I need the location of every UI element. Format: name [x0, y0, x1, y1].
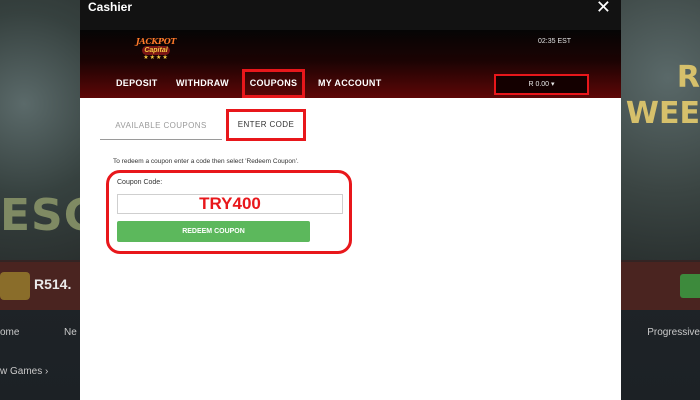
clock: 02:35 EST: [538, 38, 572, 45]
background-nav-progressive: Progressive: [647, 327, 700, 338]
redeem-coupon-button[interactable]: REDEEM COUPON: [117, 221, 310, 242]
subtab-enter-code[interactable]: ENTER CODE: [226, 109, 306, 141]
background-nav-home: ome: [0, 327, 20, 338]
background-nav-new: Ne: [64, 327, 77, 338]
logo-text-top: JACKPOT: [135, 36, 177, 46]
subtab-available-coupons[interactable]: AVAILABLE COUPONS: [100, 112, 222, 140]
cashier-modal: Cashier ✕ JACKPOT Capital ★★★★ 02:35 EST…: [80, 0, 621, 400]
tab-my-account[interactable]: MY ACCOUNT: [318, 78, 382, 88]
cashier-header: JACKPOT Capital ★★★★ 02:35 EST DEPOSIT W…: [80, 30, 621, 98]
coupon-code-label: Coupon Code:: [117, 179, 163, 186]
redeem-instructions: To redeem a coupon enter a code then sel…: [113, 158, 299, 165]
background-banner-text-right: R WEE: [625, 60, 700, 131]
tab-withdraw[interactable]: WITHDRAW: [176, 78, 229, 88]
coupons-panel: AVAILABLE COUPONS ENTER CODE To redeem a…: [80, 98, 621, 400]
background-logo: [0, 272, 30, 300]
logo-stars: ★★★★: [143, 55, 169, 61]
background-balance: R514.: [34, 276, 72, 292]
jackpot-capital-logo: JACKPOT Capital ★★★★: [134, 36, 178, 64]
tab-deposit[interactable]: DEPOSIT: [116, 78, 158, 88]
background-new-games-link: w Games ›: [0, 366, 49, 377]
modal-title: Cashier: [88, 0, 133, 14]
tab-coupons[interactable]: COUPONS: [242, 69, 305, 98]
close-icon[interactable]: ✕: [596, 0, 611, 16]
coupon-code-input[interactable]: [117, 194, 343, 214]
background-green-button: [680, 274, 700, 298]
logo-text-bottom: Capital: [142, 46, 170, 55]
coupon-form: Coupon Code: REDEEM COUPON: [106, 170, 352, 254]
balance-dropdown[interactable]: R 0.00 ▾: [494, 74, 589, 95]
